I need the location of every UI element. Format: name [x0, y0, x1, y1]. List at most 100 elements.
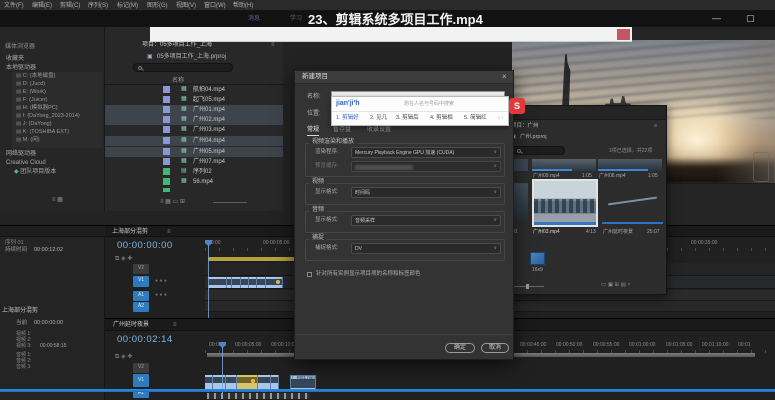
playhead-timecode[interactable]: 00:00:02:14 — [117, 335, 173, 345]
ime-candidate[interactable]: 3. 剪辑后 — [396, 116, 419, 122]
panel-menu-icon[interactable]: ≡ — [654, 124, 657, 130]
display-names-checkbox[interactable] — [307, 272, 312, 277]
preview-cache-dropdown[interactable]: ∨ — [351, 161, 501, 172]
menu-graphics[interactable]: 图形(G) — [147, 3, 168, 9]
zoom-slider[interactable] — [213, 202, 247, 203]
tree-team-projects[interactable]: ◆ 团队项目版本 — [14, 169, 56, 175]
tab-scratch-disks[interactable]: 暂存盘 — [333, 127, 351, 135]
ime-candidate[interactable]: 2. 见几 — [370, 116, 387, 122]
clip-thumbnail[interactable] — [532, 159, 596, 171]
label-color-swatch[interactable] — [163, 96, 170, 103]
menu-view[interactable]: 视图(V) — [176, 3, 196, 9]
tab-ingest-settings[interactable]: 收录设置 — [367, 127, 391, 135]
project-file-row[interactable]: ▦广州04.mp4 — [105, 136, 283, 146]
workspace-tab-learn[interactable]: 学习 — [290, 16, 302, 22]
cancel-button[interactable]: 取消 — [481, 343, 509, 353]
clip-thumbnail[interactable] — [602, 181, 663, 224]
drive-item[interactable]: ▤ M: (闲) — [16, 138, 40, 144]
label-color-swatch[interactable] — [163, 148, 170, 155]
menu-clip[interactable]: 剪辑(C) — [60, 3, 80, 9]
label-color-swatch[interactable] — [163, 106, 170, 113]
info-panel-tabrow[interactable] — [0, 226, 105, 237]
playhead-line[interactable] — [208, 245, 209, 318]
project-file-row[interactable]: ▦广州05.mp4 — [105, 147, 283, 157]
label-color-swatch[interactable] — [163, 137, 170, 144]
ime-candidate[interactable]: 5. 简辑红 — [464, 116, 487, 122]
drive-item[interactable]: ▤ K: (TOSHIBA EXT) — [16, 130, 69, 136]
project-file-row[interactable]: ▦起飞05.mp4 — [105, 95, 283, 105]
menu-file[interactable]: 文件(F) — [4, 3, 24, 9]
capture-format-dropdown[interactable]: DV∨ — [351, 243, 501, 254]
close-icon[interactable]: × — [502, 73, 507, 81]
monitor-overlay-control[interactable] — [753, 152, 769, 182]
label-color-swatch[interactable] — [163, 178, 170, 185]
timeline-clip[interactable] — [232, 277, 241, 288]
project-search-input[interactable] — [133, 63, 233, 72]
project-file-row[interactable]: ▦广州03.mp4 — [105, 125, 283, 135]
label-color-swatch[interactable] — [163, 168, 170, 175]
timeline-tab[interactable]: 上海部分混剪 — [112, 229, 148, 235]
renderer-dropdown[interactable]: Mercury Playback Engine GPU 加速 (CUDA)∨ — [351, 147, 501, 158]
sogou-ime-logo[interactable]: S — [509, 98, 525, 114]
project-file-row[interactable]: ▤序列02 — [105, 167, 283, 177]
panel-menu-icon[interactable]: ≡ — [173, 322, 177, 328]
project-file-row[interactable]: ▦广州07.mp4 — [105, 157, 283, 167]
menu-window[interactable]: 窗口(W) — [204, 3, 226, 9]
project-search-input[interactable] — [513, 146, 565, 155]
timeline-clip[interactable] — [249, 277, 257, 288]
project-footer-icons[interactable]: ≡ ▦ ▭ ⊞ — [160, 199, 185, 205]
timeline-clip[interactable] — [241, 277, 249, 288]
timeline-clip[interactable] — [257, 277, 266, 288]
tree-creative-cloud[interactable]: Creative Cloud — [6, 160, 46, 166]
project-file-row[interactable]: ▦广州02.mp4 — [105, 115, 283, 125]
track-v1-target[interactable]: V1 — [133, 374, 149, 387]
window-drag-bar[interactable] — [506, 106, 666, 120]
minimize-button[interactable]: — — [712, 14, 721, 23]
menu-marker[interactable]: 标记(M) — [117, 3, 138, 9]
clip-name[interactable]: 广州03.mp4 — [533, 230, 560, 235]
dialog-titlebar[interactable]: 新建项目 × — [295, 71, 513, 84]
clip-thumbnail-selected[interactable] — [532, 179, 598, 227]
drive-item[interactable]: ▤ F: (Juicer) — [16, 98, 47, 104]
ime-candidate[interactable]: 4. 剪辑相 — [430, 116, 453, 122]
track-v1-target[interactable]: V1 — [133, 276, 149, 287]
tree-network-drives[interactable]: 网络驱动器 — [6, 151, 36, 157]
project-panel-tab[interactable]: 项目：05多项目工作_上海 — [142, 42, 212, 48]
ime-pager-arrows[interactable]: ‹ › — [498, 116, 503, 122]
track-a2-target[interactable]: A2 — [133, 302, 149, 312]
track-toggle-icons[interactable]: ● ● ● — [155, 279, 167, 284]
maximize-button[interactable]: ▢ — [746, 14, 755, 23]
video-display-format-dropdown[interactable]: 时间码∨ — [351, 187, 501, 198]
project-file-row[interactable]: ▦航拍04.mp4 — [105, 85, 283, 95]
panel-menu-icon[interactable]: ≡ — [271, 42, 275, 48]
workspace-tab-messages[interactable]: 消息 — [248, 16, 260, 22]
audio-display-format-dropdown[interactable]: 音频采样∨ — [351, 215, 501, 226]
tab-general[interactable]: 常规 — [307, 127, 319, 136]
overlay-close-button[interactable] — [617, 29, 630, 40]
timeline-clip[interactable] — [266, 277, 283, 288]
panel-menu-icon[interactable]: ≡ — [167, 229, 171, 235]
project-panel-tab[interactable]: 项目：广州 — [511, 124, 539, 130]
menu-sequence[interactable]: 序列(S) — [88, 3, 108, 9]
track-a1-target[interactable]: A1 — [133, 291, 149, 301]
drive-item[interactable]: ▤ J: (DaYong) — [16, 122, 52, 128]
panel-footer-icons[interactable]: ≡ ▦ — [52, 197, 63, 203]
clip-name[interactable]: 广州08.mp4 — [599, 174, 626, 179]
menu-help[interactable]: 帮助(H) — [233, 3, 253, 9]
drive-item[interactable]: ▤ I: (DaYong_2023-2014) — [16, 114, 80, 120]
clip-thumbnail[interactable] — [598, 159, 662, 171]
project-root-item[interactable]: 广州.prproj — [520, 135, 547, 141]
track-v2-target[interactable]: V2 — [133, 264, 149, 274]
label-color-swatch[interactable] — [163, 86, 170, 93]
sequence-item-name[interactable]: 16x9 — [532, 268, 543, 273]
ime-candidate[interactable]: 1. 剪辑好 — [336, 116, 359, 122]
drive-item[interactable]: ▤ C: (本地磁盘) — [16, 74, 55, 80]
window-footer-icons[interactable]: ▭ ▣ ⊞ ▤ × — [601, 283, 631, 289]
project-file-row[interactable]: ▦56.mp4 — [105, 177, 283, 187]
timeline-toolbar-icons[interactable]: ⧉ ◈ ✚ — [115, 256, 132, 262]
timeline-clip[interactable] — [208, 277, 227, 288]
timeline-tab[interactable]: 广州延时夜景 — [113, 322, 149, 328]
timeline-clip-yellow[interactable] — [208, 257, 295, 261]
media-browser-tab[interactable]: 媒体浏览器 — [5, 44, 35, 50]
drive-item[interactable]: ▤ D: (Jucd) — [16, 82, 45, 88]
